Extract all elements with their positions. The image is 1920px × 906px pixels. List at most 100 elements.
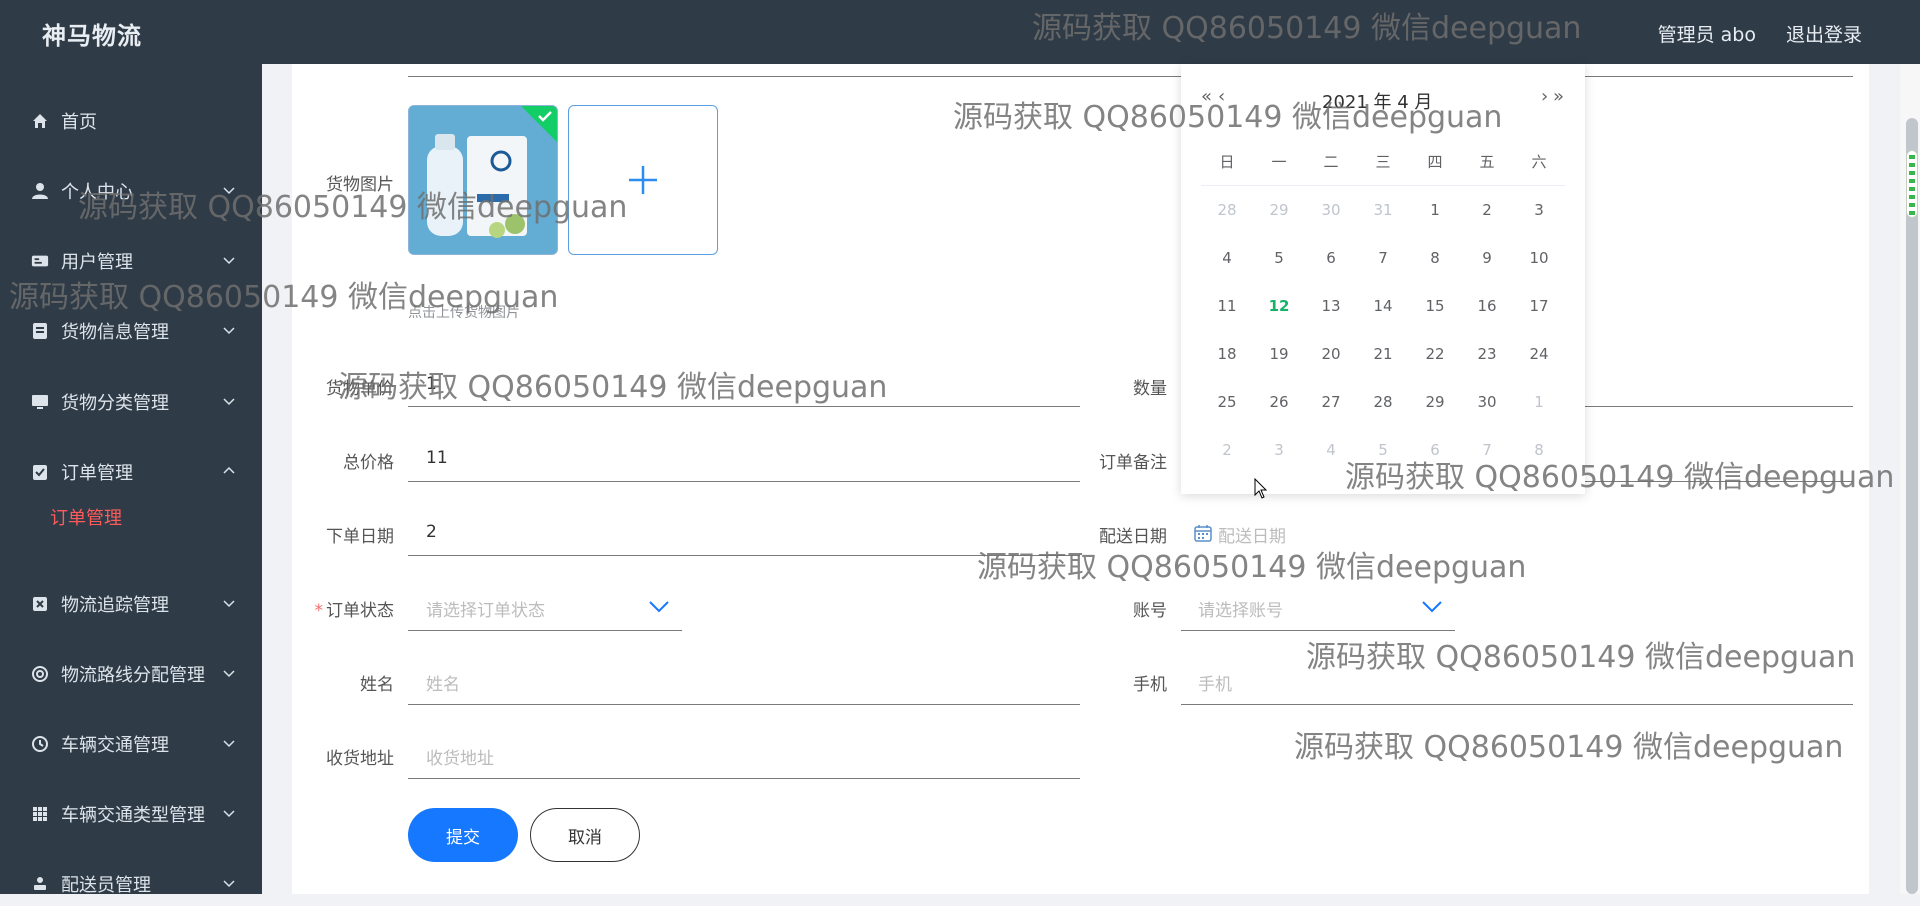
prev-year-button[interactable]: « (1201, 86, 1212, 107)
calendar-day[interactable]: 24 (1513, 345, 1565, 363)
calendar-day[interactable]: 20 (1305, 345, 1357, 363)
document-icon (31, 322, 49, 340)
sidebar-item-user-management[interactable]: 用户管理 (0, 239, 262, 283)
sidebar-item-order-management[interactable]: 订单管理 (0, 450, 262, 494)
calendar-day[interactable]: 7 (1461, 441, 1513, 459)
submenu-order-management[interactable]: 订单管理 (50, 504, 122, 530)
calendar-day[interactable]: 22 (1409, 345, 1461, 363)
sidebar-item-label: 车辆交通类型管理 (61, 805, 205, 826)
calendar-day[interactable]: 4 (1305, 441, 1357, 459)
account-label: 账号 (1133, 601, 1167, 621)
calendar-day[interactable]: 1 (1409, 201, 1461, 219)
phone-input[interactable]: 手机 (1198, 670, 1232, 695)
home-icon (31, 112, 49, 130)
phone-label: 手机 (1133, 675, 1167, 695)
chevron-down-icon[interactable] (648, 598, 670, 614)
total-price-input[interactable]: 11 (426, 448, 448, 468)
calendar-day[interactable]: 26 (1253, 393, 1305, 411)
clock-icon (31, 735, 49, 753)
prev-month-button[interactable]: ‹ (1218, 86, 1225, 107)
weekday-header: 四 (1427, 153, 1443, 171)
calendar-day[interactable]: 1 (1513, 393, 1565, 411)
sidebar-item-home[interactable]: 首页 (0, 99, 262, 143)
next-month-button[interactable]: › (1541, 86, 1548, 107)
calendar-day[interactable]: 10 (1513, 249, 1565, 267)
sidebar-item-label: 车辆交通管理 (61, 735, 169, 756)
chevron-down-icon (223, 187, 235, 195)
order-status-underline (408, 630, 682, 631)
goods-image-label: 货物图片 (326, 175, 394, 195)
calendar-day[interactable]: 8 (1513, 441, 1565, 459)
chevron-down-icon[interactable] (1421, 598, 1443, 614)
sidebar-item-logistics-tracking[interactable]: 物流追踪管理 (0, 582, 262, 626)
calendar-day[interactable]: 29 (1253, 201, 1305, 219)
calendar-day[interactable]: 6 (1305, 249, 1357, 267)
calendar-day[interactable]: 30 (1461, 393, 1513, 411)
logout-button[interactable]: 退出登录 (1786, 20, 1862, 47)
chevron-up-icon (223, 466, 235, 474)
sidebar-item-label: 配送员管理 (61, 875, 151, 896)
sidebar-item-goods-category[interactable]: 货物分类管理 (0, 380, 262, 424)
address-input[interactable]: 收货地址 (426, 744, 494, 769)
chevron-down-icon (223, 600, 235, 608)
calendar-day[interactable]: 16 (1461, 297, 1513, 315)
calendar-day[interactable]: 29 (1409, 393, 1461, 411)
cancel-button[interactable]: 取消 (530, 808, 640, 862)
calendar-day[interactable]: 3 (1253, 441, 1305, 459)
calendar-day[interactable]: 3 (1513, 201, 1565, 219)
calendar-day[interactable]: 2 (1461, 201, 1513, 219)
sidebar-item-personal-center[interactable]: 个人中心 (0, 169, 262, 213)
calendar-day[interactable]: 28 (1357, 393, 1409, 411)
name-input[interactable]: 姓名 (426, 670, 460, 695)
order-date-input[interactable]: 2 (426, 522, 437, 542)
clipboard-check-icon (31, 463, 49, 481)
sidebar-item-goods-info[interactable]: 货物信息管理 (0, 309, 262, 353)
calendar-day[interactable]: 28 (1201, 201, 1253, 219)
unit-price-input[interactable]: 1 (426, 374, 437, 394)
calendar-day[interactable]: 2 (1201, 441, 1253, 459)
calendar-day[interactable]: 9 (1461, 249, 1513, 267)
delivery-date-input[interactable]: 配送日期 (1218, 522, 1286, 547)
calendar-day[interactable]: 25 (1201, 393, 1253, 411)
sidebar-item-vehicle-type[interactable]: 车辆交通类型管理 (0, 792, 262, 836)
scrollbar-thumb[interactable] (1906, 118, 1918, 894)
order-status-select[interactable]: 请选择订单状态 (426, 596, 545, 621)
calendar-day[interactable]: 6 (1409, 441, 1461, 459)
calendar-day[interactable]: 30 (1305, 201, 1357, 219)
calendar-day[interactable]: 17 (1513, 297, 1565, 315)
sidebar-item-label: 货物分类管理 (61, 393, 169, 414)
calendar-day[interactable]: 7 (1357, 249, 1409, 267)
next-year-button[interactable]: » (1553, 86, 1564, 107)
calendar-day[interactable]: 4 (1201, 249, 1253, 267)
calendar-day[interactable]: 15 (1409, 297, 1461, 315)
unit-price-underline (408, 406, 1080, 407)
date-picker-popup: « ‹ 2021 年 4 月 › » 日一二三四五六 28 29 30 31 1 2 3 4 5… (1181, 64, 1585, 494)
order-status-label: * 订单状态 (314, 601, 395, 621)
calendar-day[interactable]: 11 (1201, 297, 1253, 315)
calendar-day[interactable]: 13 (1305, 297, 1357, 315)
calendar-day[interactable]: 27 (1305, 393, 1357, 411)
goods-image-thumbnail[interactable] (408, 105, 558, 255)
calendar-day[interactable]: 5 (1253, 249, 1305, 267)
calendar-day[interactable]: 5 (1357, 441, 1409, 459)
weekday-header: 五 (1479, 153, 1495, 171)
calendar-day[interactable]: 21 (1357, 345, 1409, 363)
user-label[interactable]: 管理员 abo (1658, 20, 1756, 47)
user-icon (31, 182, 49, 200)
calendar-day[interactable]: 31 (1357, 201, 1409, 219)
calendar-day[interactable]: 18 (1201, 345, 1253, 363)
upload-image-button[interactable] (568, 105, 718, 255)
required-mark: * (314, 601, 324, 621)
calendar-day[interactable]: 19 (1253, 345, 1305, 363)
calendar-day[interactable]: 12 (1253, 297, 1305, 315)
upload-hint: 点击上传货物图片 (408, 305, 520, 321)
sidebar-item-courier[interactable]: 配送员管理 (0, 862, 262, 906)
order-date-label: 下单日期 (326, 527, 394, 547)
calendar-day[interactable]: 23 (1461, 345, 1513, 363)
calendar-day[interactable]: 14 (1357, 297, 1409, 315)
account-select[interactable]: 请选择账号 (1198, 596, 1283, 621)
sidebar-item-route-allocation[interactable]: 物流路线分配管理 (0, 652, 262, 696)
submit-button[interactable]: 提交 (408, 808, 518, 862)
calendar-day[interactable]: 8 (1409, 249, 1461, 267)
sidebar-item-vehicle-traffic[interactable]: 车辆交通管理 (0, 722, 262, 766)
